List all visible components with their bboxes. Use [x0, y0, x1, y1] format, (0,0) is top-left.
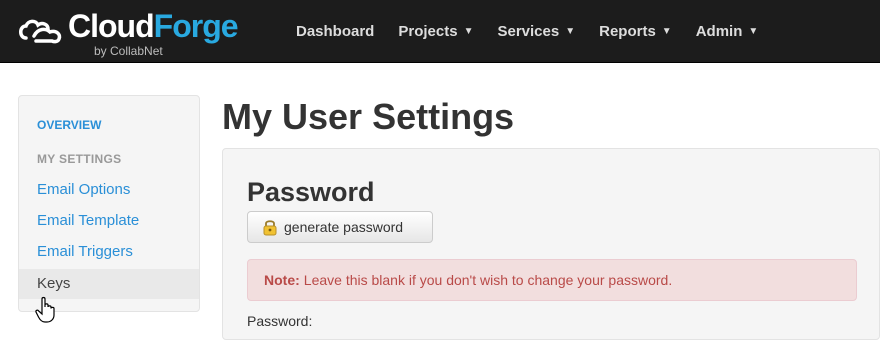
sidebar-item-email-template[interactable]: Email Template: [19, 206, 199, 236]
section-title: Password: [247, 177, 375, 207]
password-field-label: Password:: [247, 313, 313, 329]
sidebar-overview-link[interactable]: OVERVIEW: [37, 118, 101, 132]
hand-pointer-icon: [35, 296, 55, 323]
sidebar-item-email-options[interactable]: Email Options: [19, 175, 199, 205]
nav-services[interactable]: Services ▼: [497, 23, 575, 40]
caret-down-icon: ▼: [748, 25, 759, 37]
settings-sidebar: OVERVIEW MY SETTINGS Email Options Email…: [18, 95, 200, 312]
sidebar-item-email-triggers[interactable]: Email Triggers: [19, 237, 199, 267]
caret-down-icon: ▼: [661, 25, 672, 37]
alert-strong-label: Note:: [264, 272, 300, 288]
cloud-logo-icon: [19, 19, 62, 44]
caret-down-icon: ▼: [463, 25, 474, 37]
page-title: My User Settings: [222, 96, 515, 137]
cloudforge-logo[interactable]: CloudForge by CollabNet: [16, 6, 266, 58]
nav-projects[interactable]: Projects ▼: [398, 23, 473, 40]
password-panel: Password generate password Note: Leave t…: [222, 148, 880, 340]
generate-password-button[interactable]: generate password: [247, 211, 433, 243]
main-nav: Dashboard Projects ▼ Services ▼ Reports ▼ A…: [296, 0, 782, 62]
lock-icon: [263, 220, 277, 236]
nav-admin[interactable]: Admin ▼: [696, 23, 759, 40]
generate-password-label: generate password: [284, 219, 404, 235]
sidebar-section-header: MY SETTINGS: [37, 152, 122, 166]
brand-subtitle: by CollabNet: [94, 44, 163, 58]
caret-down-icon: ▼: [565, 25, 576, 37]
sidebar-item-keys[interactable]: Keys: [19, 269, 199, 299]
top-navbar: CloudForge by CollabNet Dashboard Projec…: [0, 0, 880, 63]
nav-dashboard[interactable]: Dashboard: [296, 23, 374, 40]
alert-text: Leave this blank if you don't wish to ch…: [303, 272, 673, 288]
nav-reports[interactable]: Reports ▼: [599, 23, 672, 40]
brand-name: CloudForge: [68, 8, 239, 44]
password-note-alert: Note: Leave this blank if you don't wish…: [247, 259, 857, 301]
